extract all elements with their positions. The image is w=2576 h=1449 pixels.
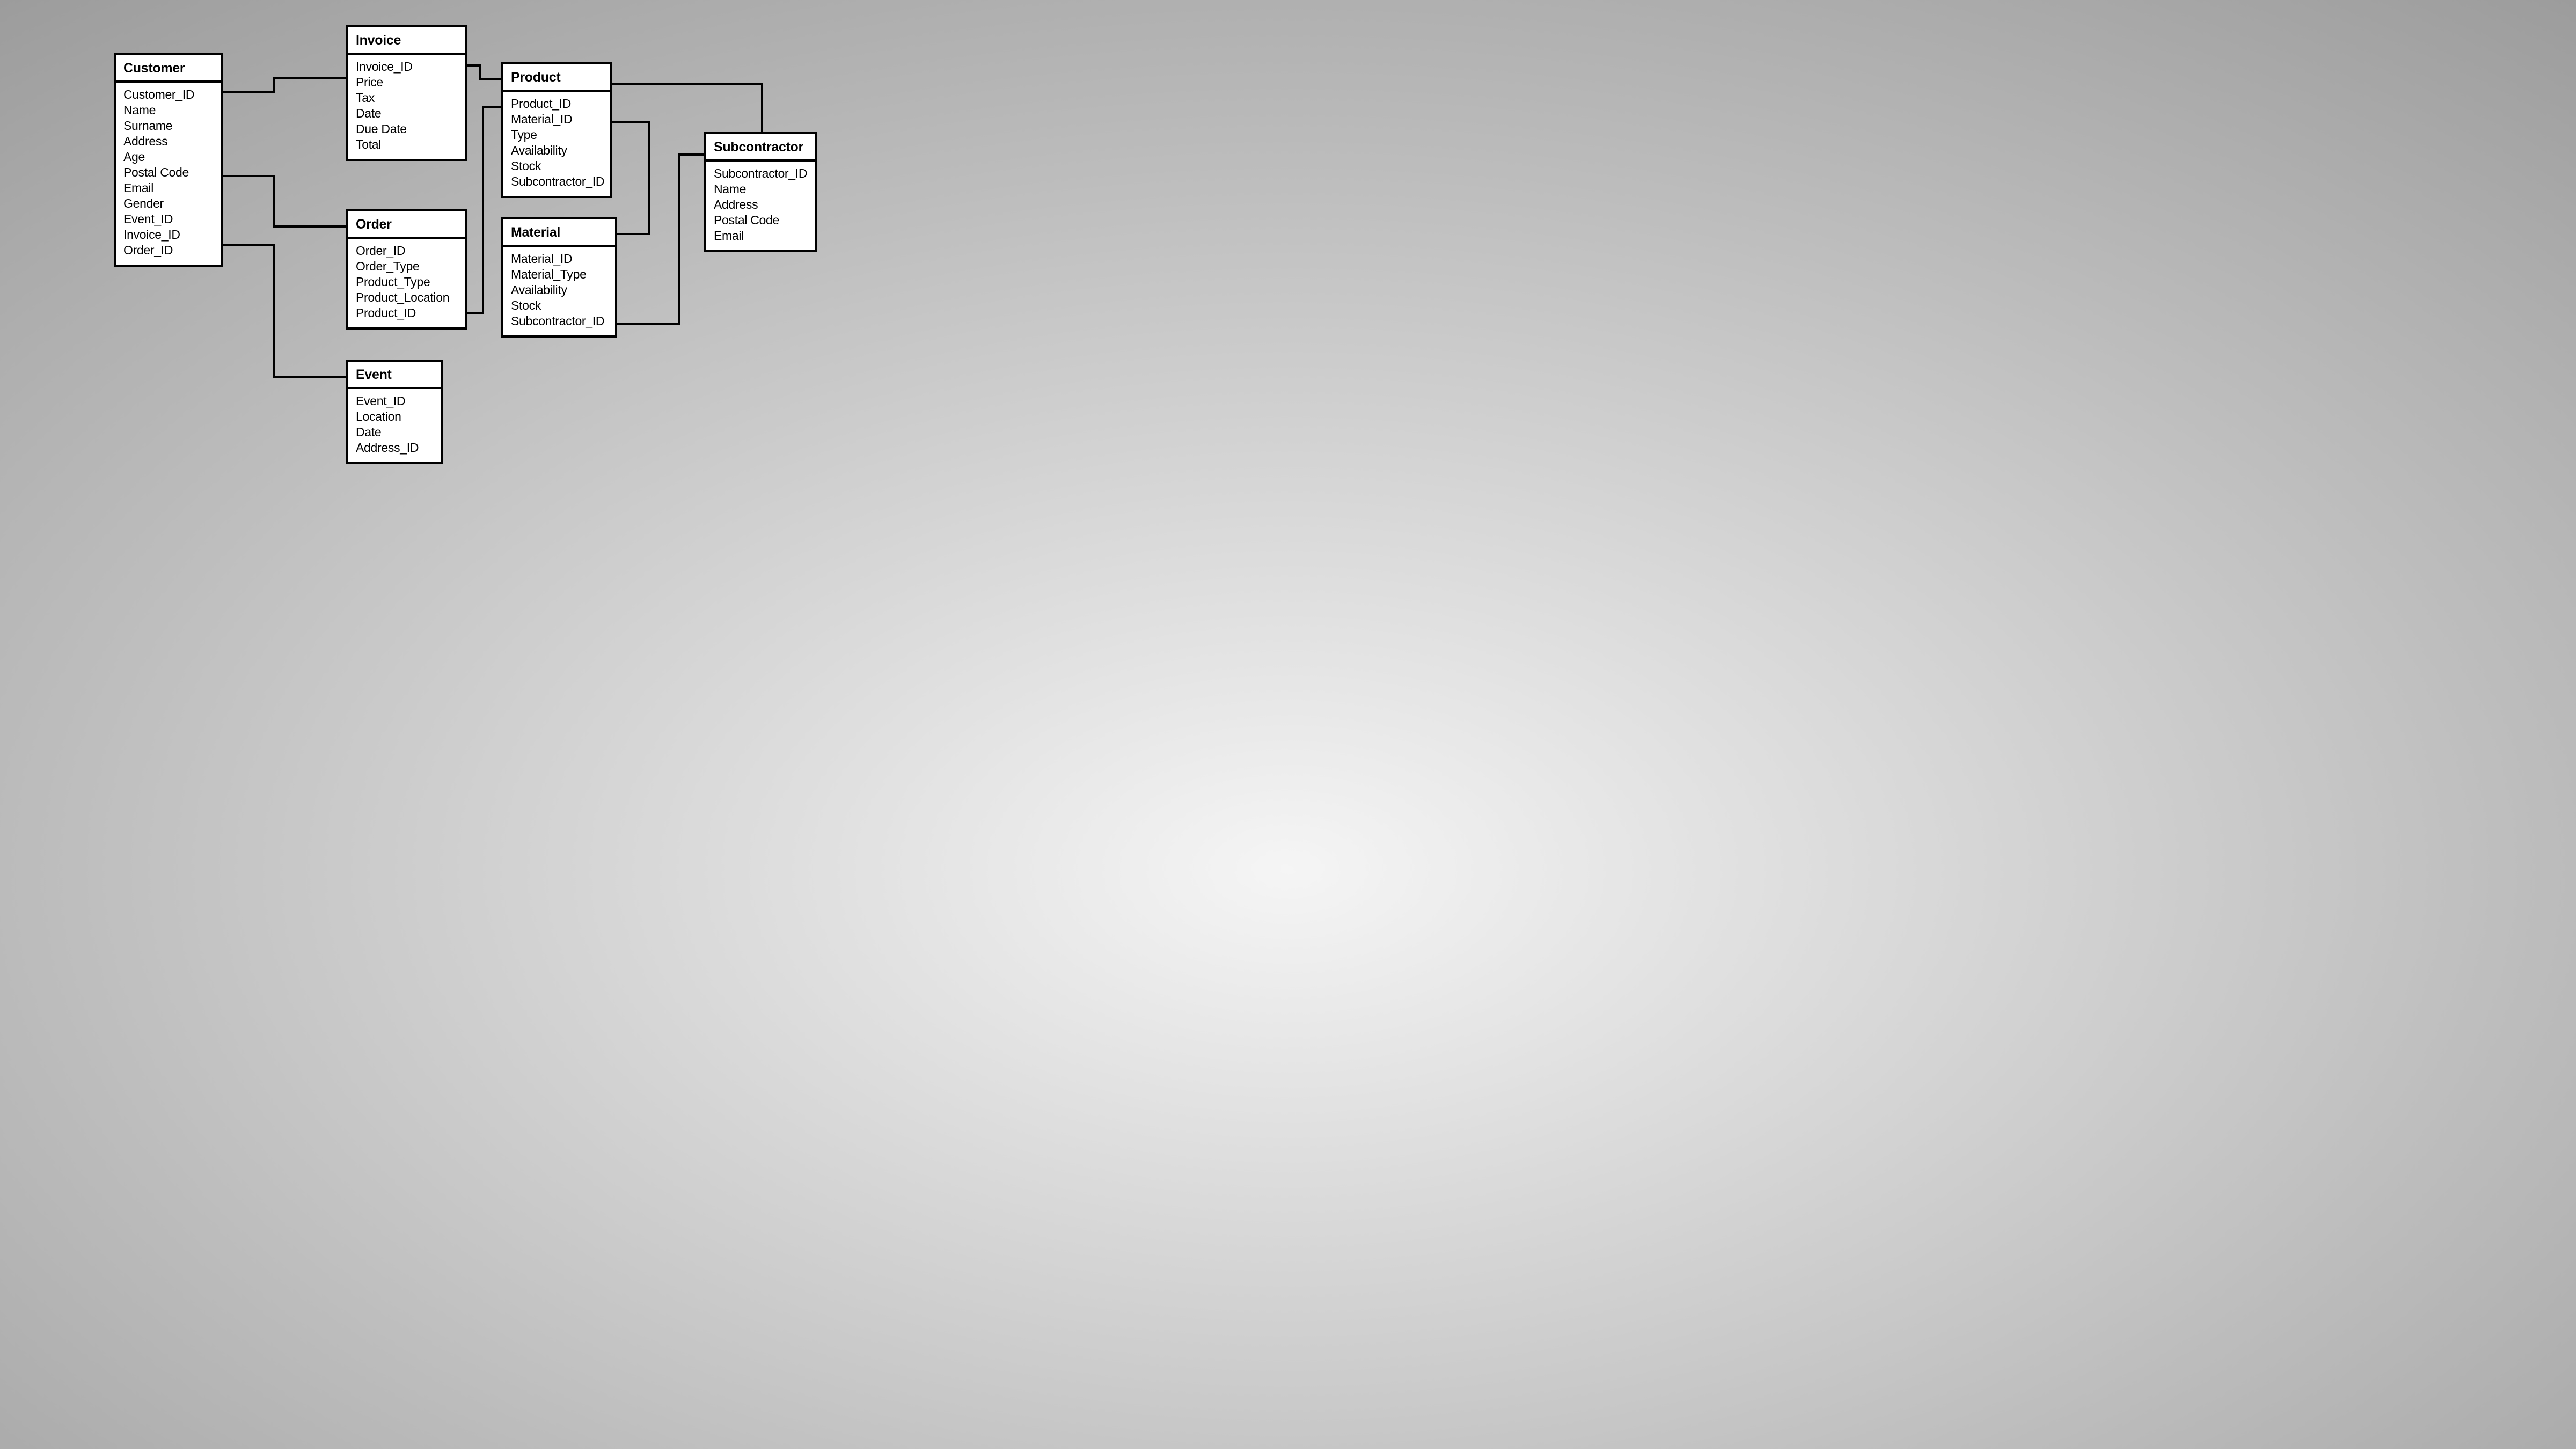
- entity-order-title: Order: [348, 211, 465, 239]
- field: Due Date: [356, 121, 457, 137]
- field: Surname: [123, 118, 214, 134]
- field: Name: [714, 181, 807, 197]
- entity-product-fields: Product_ID Material_ID Type Availability…: [503, 92, 610, 196]
- field: Date: [356, 106, 457, 121]
- field: Order_ID: [123, 243, 214, 258]
- field: Price: [356, 75, 457, 90]
- field: Event_ID: [123, 211, 214, 227]
- entity-material-fields: Material_ID Material_Type Availability S…: [503, 247, 615, 335]
- entity-invoice-title: Invoice: [348, 27, 465, 55]
- field: Subcontractor_ID: [714, 166, 807, 181]
- entity-material-title: Material: [503, 219, 615, 247]
- field: Product_Type: [356, 274, 457, 290]
- field: Subcontractor_ID: [511, 313, 608, 329]
- entity-event-title: Event: [348, 362, 441, 389]
- field: Address: [714, 197, 807, 213]
- field: Gender: [123, 196, 214, 211]
- field: Email: [714, 228, 807, 244]
- field: Customer_ID: [123, 87, 214, 103]
- entity-invoice: Invoice Invoice_ID Price Tax Date Due Da…: [346, 25, 467, 161]
- field: Date: [356, 425, 433, 440]
- field: Postal Code: [714, 213, 807, 228]
- entity-customer: Customer Customer_ID Name Surname Addres…: [114, 53, 223, 267]
- field: Order_ID: [356, 243, 457, 259]
- field: Stock: [511, 298, 608, 313]
- field: Order_Type: [356, 259, 457, 274]
- field: Availability: [511, 143, 602, 158]
- entity-order: Order Order_ID Order_Type Product_Type P…: [346, 209, 467, 330]
- field: Type: [511, 127, 602, 143]
- entity-product-title: Product: [503, 64, 610, 92]
- field: Age: [123, 149, 214, 165]
- field: Invoice_ID: [123, 227, 214, 243]
- field: Invoice_ID: [356, 59, 457, 75]
- entity-subcontractor-title: Subcontractor: [706, 134, 815, 162]
- field: Stock: [511, 158, 602, 174]
- field: Total: [356, 137, 457, 152]
- entity-subcontractor-fields: Subcontractor_ID Name Address Postal Cod…: [706, 162, 815, 250]
- entity-customer-title: Customer: [116, 55, 221, 83]
- field: Tax: [356, 90, 457, 106]
- entity-product: Product Product_ID Material_ID Type Avai…: [501, 62, 612, 198]
- field: Availability: [511, 282, 608, 298]
- field: Material_Type: [511, 267, 608, 282]
- field: Location: [356, 409, 433, 425]
- field: Subcontractor_ID: [511, 174, 602, 189]
- entity-invoice-fields: Invoice_ID Price Tax Date Due Date Total: [348, 55, 465, 159]
- field: Product_ID: [511, 96, 602, 112]
- field: Email: [123, 180, 214, 196]
- entity-material: Material Material_ID Material_Type Avail…: [501, 217, 617, 338]
- entity-customer-fields: Customer_ID Name Surname Address Age Pos…: [116, 83, 221, 265]
- field: Event_ID: [356, 393, 433, 409]
- field: Material_ID: [511, 112, 602, 127]
- entity-event: Event Event_ID Location Date Address_ID: [346, 360, 443, 464]
- field: Address_ID: [356, 440, 433, 456]
- field: Postal Code: [123, 165, 214, 180]
- field: Product_ID: [356, 305, 457, 321]
- field: Address: [123, 134, 214, 149]
- entity-order-fields: Order_ID Order_Type Product_Type Product…: [348, 239, 465, 327]
- field: Name: [123, 103, 214, 118]
- field: Product_Location: [356, 290, 457, 305]
- entity-subcontractor: Subcontractor Subcontractor_ID Name Addr…: [704, 132, 817, 252]
- entity-event-fields: Event_ID Location Date Address_ID: [348, 389, 441, 462]
- field: Material_ID: [511, 251, 608, 267]
